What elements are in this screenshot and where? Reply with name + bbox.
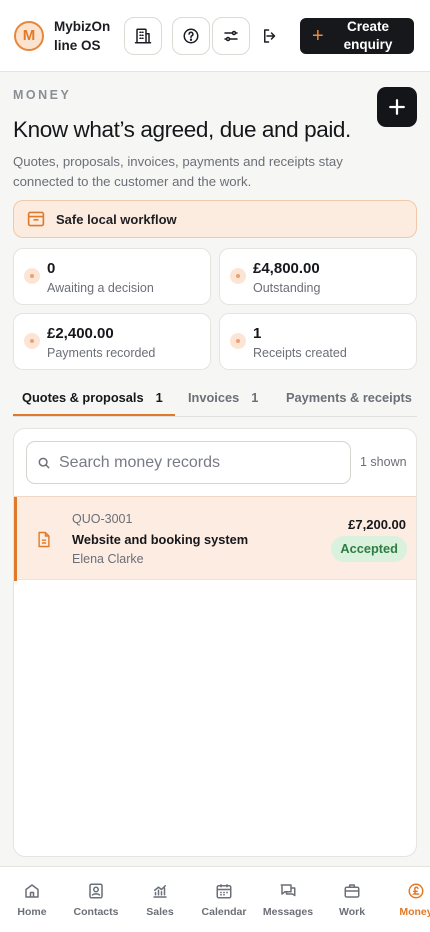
results-count: 1 shown bbox=[360, 455, 407, 469]
page-eyebrow: MONEY bbox=[13, 88, 72, 102]
selected-indicator bbox=[14, 497, 17, 581]
tab-count: 1 bbox=[155, 390, 163, 405]
search-box bbox=[26, 441, 351, 484]
search-icon bbox=[38, 457, 50, 468]
stat-caption: Awaiting a decision bbox=[47, 281, 154, 295]
bottom-navigation: Home Contacts Sales Calendar Messages Wo… bbox=[0, 866, 430, 932]
nav-label: Work bbox=[338, 906, 366, 918]
stat-awaiting-decision[interactable]: 0 Awaiting a decision bbox=[13, 248, 211, 305]
page-subtitle: Quotes, proposals, invoices, payments an… bbox=[13, 154, 343, 189]
status-dot-icon bbox=[24, 268, 40, 284]
stat-value: £4,800.00 bbox=[253, 260, 320, 277]
nav-item-work[interactable]: Work bbox=[320, 881, 384, 918]
stat-caption: Receipts created bbox=[253, 346, 347, 360]
logout-button[interactable] bbox=[259, 25, 281, 47]
nav-item-home[interactable]: Home bbox=[0, 881, 64, 918]
record-title: Website and booking system bbox=[72, 532, 249, 547]
nav-label: Sales bbox=[146, 906, 174, 918]
stat-outstanding[interactable]: £4,800.00 Outstanding bbox=[219, 248, 417, 305]
safe-workflow-notice: Safe local workflow bbox=[13, 200, 417, 238]
nav-item-sales[interactable]: Sales bbox=[128, 881, 192, 918]
tab-payments-receipts[interactable]: Payments & receipts bbox=[286, 390, 412, 405]
status-dot-icon bbox=[230, 333, 246, 349]
contacts-icon bbox=[89, 883, 103, 899]
stat-payments-recorded[interactable]: £2,400.00 Payments recorded bbox=[13, 313, 211, 370]
pound-icon bbox=[408, 883, 424, 899]
active-tab-indicator bbox=[13, 414, 175, 416]
sales-chart-icon bbox=[153, 885, 167, 898]
stat-receipts-created[interactable]: 1 Receipts created bbox=[219, 313, 417, 370]
create-enquiry-button[interactable]: + Create enquiry bbox=[300, 18, 414, 54]
tab-invoices[interactable]: Invoices 1 bbox=[188, 390, 258, 405]
page-title: Know what’s agreed, due and paid. bbox=[13, 117, 351, 142]
help-button[interactable] bbox=[172, 17, 210, 55]
tab-label: Invoices bbox=[188, 390, 240, 405]
stat-value: 1 bbox=[253, 325, 262, 342]
nav-item-money[interactable]: Money bbox=[384, 881, 430, 918]
stat-caption: Outstanding bbox=[253, 281, 321, 295]
inbox-icon bbox=[27, 211, 45, 227]
status-dot-icon bbox=[230, 268, 246, 284]
money-records-panel: 1 shown QUO-3001 Website and booking sys… bbox=[13, 428, 417, 857]
status-dot-icon bbox=[24, 333, 40, 349]
nav-item-messages[interactable]: Messages bbox=[256, 881, 320, 918]
nav-item-calendar[interactable]: Calendar bbox=[192, 881, 256, 918]
create-enquiry-label: Create enquiry bbox=[343, 19, 393, 52]
plus-icon bbox=[389, 99, 405, 115]
search-input[interactable] bbox=[59, 453, 339, 472]
record-amount: £7,200.00 bbox=[348, 517, 406, 532]
tab-quotes-proposals[interactable]: Quotes & proposals 1 bbox=[22, 390, 163, 405]
plus-icon: + bbox=[312, 24, 324, 47]
add-money-record-button[interactable] bbox=[377, 87, 417, 127]
status-badge: Accepted bbox=[331, 536, 407, 562]
stat-caption: Payments recorded bbox=[47, 346, 156, 360]
notice-label: Safe local workflow bbox=[56, 211, 177, 227]
document-icon bbox=[38, 531, 50, 548]
nav-label: Messages bbox=[262, 906, 314, 918]
nav-item-contacts[interactable]: Contacts bbox=[64, 881, 128, 918]
building-icon bbox=[134, 28, 152, 44]
money-tabs: Quotes & proposals 1 Invoices 1 Payments &… bbox=[13, 380, 417, 417]
list-item[interactable]: QUO-3001 Website and booking system Elen… bbox=[14, 496, 416, 581]
help-icon bbox=[183, 28, 199, 44]
nav-label: Home bbox=[17, 906, 47, 918]
app-name: MybizOnline OS bbox=[54, 18, 111, 53]
tab-label: Quotes & proposals bbox=[22, 390, 144, 405]
tab-label: Payments & receipts bbox=[286, 390, 412, 405]
record-reference: QUO-3001 bbox=[72, 512, 133, 526]
app-logo[interactable]: M bbox=[14, 20, 44, 51]
nav-label: Contacts bbox=[73, 906, 119, 918]
home-icon bbox=[25, 884, 39, 898]
business-button[interactable] bbox=[124, 17, 162, 55]
messages-icon bbox=[280, 884, 296, 897]
stat-value: 0 bbox=[47, 260, 56, 277]
settings-button[interactable] bbox=[212, 17, 250, 55]
briefcase-icon bbox=[344, 884, 360, 898]
nav-label: Calendar bbox=[201, 906, 247, 918]
record-client: Elena Clarke bbox=[72, 552, 144, 566]
logout-icon bbox=[264, 29, 276, 43]
tab-count: 1 bbox=[251, 390, 259, 405]
filters-icon bbox=[224, 30, 238, 42]
nav-label: Money bbox=[399, 906, 430, 918]
calendar-icon bbox=[216, 884, 232, 899]
app-header: M MybizOnline OS + Create enquiry bbox=[0, 0, 430, 72]
stat-value: £2,400.00 bbox=[47, 325, 114, 342]
